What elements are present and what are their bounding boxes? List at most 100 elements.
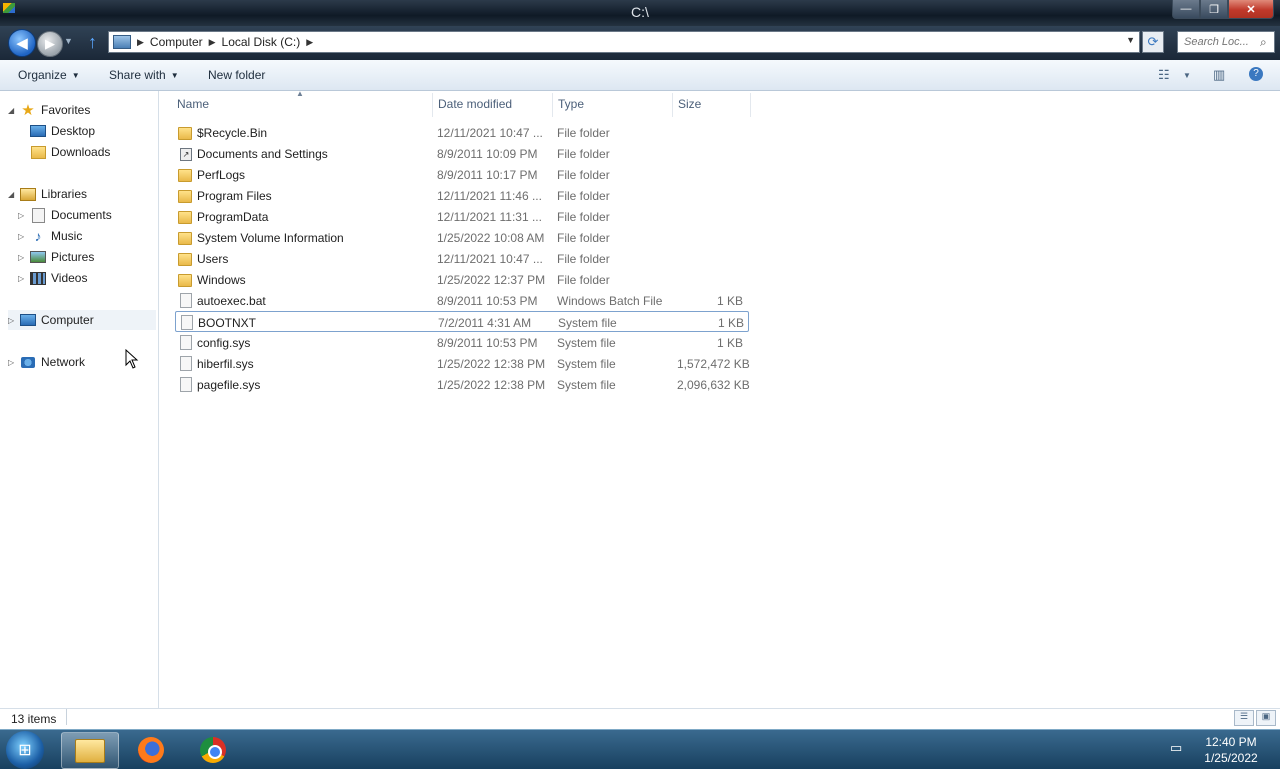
collapse-arrow-icon[interactable]: ◢: [8, 190, 14, 199]
file-date-modified: 8/9/2011 10:09 PM: [437, 147, 538, 161]
breadcrumb-separator-icon[interactable]: ▶: [137, 37, 144, 48]
system-clock[interactable]: 12:40 PM 1/25/2022: [1196, 734, 1266, 766]
table-row[interactable]: $Recycle.Bin 12/11/2021 10:47 ... File fol…: [175, 122, 747, 143]
expand-arrow-icon[interactable]: ▷: [18, 253, 24, 262]
music-icon: ♪: [34, 228, 42, 244]
navigation-pane: ◢ ★ Favorites Desktop Downloads ◢ Librar…: [0, 91, 159, 708]
view-options-dropdown-icon[interactable]: ▼: [1183, 71, 1191, 80]
table-row[interactable]: Program Files 12/11/2021 11:46 ... File fo…: [175, 185, 747, 206]
file-date-modified: 7/2/2011 4:31 AM: [438, 316, 532, 330]
expand-arrow-icon[interactable]: ▷: [18, 274, 24, 283]
taskbar: ⊞ ▭ 12:40 PM 1/25/2022: [0, 729, 1280, 769]
expand-arrow-icon[interactable]: ▷: [18, 211, 24, 220]
table-row[interactable]: config.sys 8/9/2011 10:53 PM System file 1 …: [175, 332, 747, 353]
table-row[interactable]: autoexec.bat 8/9/2011 10:53 PM Windows Bat…: [175, 290, 747, 311]
help-icon[interactable]: ?: [1249, 67, 1263, 81]
view-options-icon[interactable]: ☷: [1158, 67, 1170, 83]
column-header-size[interactable]: Size: [678, 97, 701, 111]
close-button[interactable]: ✕: [1228, 0, 1274, 19]
search-input[interactable]: [1178, 35, 1260, 49]
table-row[interactable]: hiberfil.sys 1/25/2022 12:38 PM System fil…: [175, 353, 750, 374]
taskbar-chrome[interactable]: [185, 732, 241, 767]
sidebar-item-computer[interactable]: ▷ Computer: [8, 310, 156, 330]
file-icon: [180, 335, 192, 350]
table-row[interactable]: Users 12/11/2021 10:47 ... File folder: [175, 248, 747, 269]
file-name: Documents and Settings: [197, 147, 328, 161]
table-row[interactable]: ↗ Documents and Settings 8/9/2011 10:09 PM…: [175, 143, 747, 164]
large-icons-view-icon[interactable]: ▣: [1256, 710, 1276, 726]
forward-button[interactable]: ▶: [37, 31, 63, 57]
clock-date: 1/25/2022: [1204, 751, 1258, 765]
sidebar-item-pictures[interactable]: ▷ Pictures: [18, 247, 94, 267]
back-button[interactable]: ◀: [8, 29, 36, 57]
file-date-modified: 1/25/2022 10:08 AM: [437, 231, 545, 245]
column-divider[interactable]: [552, 93, 553, 117]
firefox-icon: [138, 736, 164, 763]
navigation-bar: ◀ ▶ ▼ ↑ ▶ Computer ▶ Local Disk (C:) ▶ ▼…: [0, 26, 1280, 60]
sidebar-item-network[interactable]: ▷ Network: [8, 352, 85, 372]
sidebar-item-downloads[interactable]: Downloads: [30, 142, 110, 162]
breadcrumb-separator-icon[interactable]: ▶: [209, 37, 216, 48]
minimize-button[interactable]: —: [1172, 0, 1200, 19]
sort-ascending-icon: ▲: [296, 89, 304, 98]
column-divider[interactable]: [432, 93, 433, 117]
new-folder-button[interactable]: New folder: [208, 68, 265, 82]
file-size: 2,096,632 KB: [677, 378, 750, 392]
maximize-button[interactable]: ❐: [1200, 0, 1228, 19]
table-row[interactable]: Windows 1/25/2022 12:37 PM File folder: [175, 269, 747, 290]
refresh-button[interactable]: ⟳: [1142, 31, 1164, 53]
sidebar-item-documents[interactable]: ▷ Documents: [18, 205, 112, 225]
column-divider[interactable]: [750, 93, 751, 117]
file-name: BOOTNXT: [198, 316, 257, 330]
sidebar-item-favorites[interactable]: ◢ ★ Favorites: [8, 100, 90, 120]
expand-arrow-icon[interactable]: ▷: [18, 232, 24, 241]
address-dropdown-icon[interactable]: ▼: [1126, 35, 1135, 45]
forward-arrow-icon: ▶: [45, 36, 55, 51]
breadcrumb-local-disk[interactable]: Local Disk (C:): [222, 35, 301, 49]
file-name: pagefile.sys: [197, 378, 261, 392]
sidebar-item-label: Libraries: [41, 187, 88, 201]
details-view-icon[interactable]: ☰: [1234, 710, 1254, 726]
recent-pages-dropdown[interactable]: ▼: [64, 36, 73, 46]
up-folder-icon[interactable]: ↑: [88, 32, 97, 53]
preview-pane-icon[interactable]: ▥: [1213, 67, 1225, 83]
sidebar-item-music[interactable]: ▷ ♪ Music: [18, 226, 82, 246]
table-row[interactable]: pagefile.sys 1/25/2022 12:38 PM System fil…: [175, 374, 750, 395]
breadcrumb-computer[interactable]: Computer: [150, 35, 203, 49]
search-icon[interactable]: ⌕: [1260, 35, 1267, 50]
column-header-date-modified[interactable]: Date modified: [438, 97, 512, 111]
command-toolbar: Organize ▼ Share with ▼ New folder ☷ ▼ ▥ ?: [0, 60, 1280, 91]
column-header-type[interactable]: Type: [558, 97, 584, 111]
taskbar-windows-explorer[interactable]: [61, 732, 119, 769]
folder-icon: [178, 253, 192, 266]
sidebar-item-label: Desktop: [51, 124, 96, 138]
address-bar[interactable]: ▶ Computer ▶ Local Disk (C:) ▶ ▼: [108, 31, 1140, 53]
table-row[interactable]: BOOTNXT 7/2/2011 4:31 AM System file 1 KB: [175, 311, 749, 332]
chevron-down-icon: ▼: [71, 70, 80, 80]
expand-arrow-icon[interactable]: ▷: [8, 316, 14, 325]
column-divider[interactable]: [672, 93, 673, 117]
collapse-arrow-icon[interactable]: ◢: [8, 106, 14, 115]
file-type: System file: [557, 378, 616, 392]
network-tray-icon[interactable]: ▭: [1170, 740, 1182, 756]
search-box[interactable]: ⌕: [1177, 31, 1275, 53]
file-icon: [180, 293, 192, 308]
breadcrumb-separator-icon[interactable]: ▶: [306, 37, 313, 48]
folder-icon: [178, 190, 192, 203]
desktop-icon: [30, 124, 46, 138]
sidebar-item-desktop[interactable]: Desktop: [30, 121, 95, 141]
sidebar-item-videos[interactable]: ▷ Videos: [18, 268, 87, 288]
sidebar-item-libraries[interactable]: ◢ Libraries: [8, 184, 88, 204]
expand-arrow-icon[interactable]: ▷: [8, 358, 14, 367]
taskbar-firefox[interactable]: [123, 732, 179, 767]
start-button[interactable]: ⊞: [6, 731, 44, 769]
table-row[interactable]: PerfLogs 8/9/2011 10:17 PM File folder: [175, 164, 747, 185]
share-with-button[interactable]: Share with ▼: [109, 68, 179, 82]
refresh-icon: ⟳: [1147, 34, 1159, 49]
table-row[interactable]: ProgramData 12/11/2021 11:31 ... File fold…: [175, 206, 747, 227]
file-type: File folder: [557, 210, 610, 224]
file-type: File folder: [557, 168, 610, 182]
organize-button[interactable]: Organize ▼: [18, 68, 80, 82]
table-row[interactable]: System Volume Information 1/25/2022 10:08…: [175, 227, 747, 248]
column-header-name[interactable]: Name: [177, 97, 209, 111]
